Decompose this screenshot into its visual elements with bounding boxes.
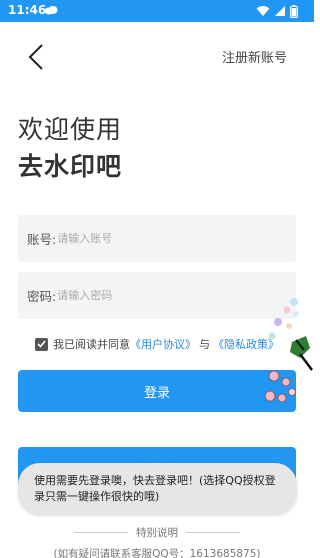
account-label: 账号: xyxy=(27,232,57,247)
login-toast: 使用需要先登录噢，快去登录吧！(选择QQ授权登录只需一键操作很快的哦) xyxy=(18,463,297,515)
password-input[interactable] xyxy=(57,289,258,302)
check-icon xyxy=(37,340,46,348)
contact-text: (如有疑问请联系客服QQ号：1613685875) xyxy=(53,548,261,558)
wifi-icon xyxy=(256,6,270,16)
status-bar: 11:46 xyxy=(0,0,314,22)
special-note-divider: 特别说明 xyxy=(74,525,240,540)
account-input[interactable] xyxy=(57,232,258,245)
system-icons xyxy=(256,4,298,18)
password-label: 密码: xyxy=(27,289,57,304)
welcome-title: 欢迎使用 xyxy=(18,115,123,144)
register-link[interactable]: 注册新账号 xyxy=(222,47,287,66)
special-note-title: 特别说明 xyxy=(136,527,178,539)
agreement-checkbox[interactable] xyxy=(35,337,48,351)
status-time: 11:46 xyxy=(8,3,47,17)
agreement-conjunction: 与 xyxy=(199,338,210,351)
signal-icon xyxy=(275,6,285,16)
battery-icon xyxy=(290,4,298,18)
divider-line xyxy=(74,532,128,533)
chevron-left-icon[interactable] xyxy=(26,42,48,72)
floating-sticker-icon[interactable] xyxy=(260,296,314,408)
divider-line xyxy=(186,532,240,533)
login-button[interactable]: 登录 xyxy=(18,370,296,412)
account-field[interactable]: 账号: xyxy=(18,215,296,262)
app-name: 去水印吧 xyxy=(18,152,123,181)
agreement-row: 我已阅读并同意 《用户协议》 与 《隐私政策》 xyxy=(35,336,279,352)
cloud-icon xyxy=(44,6,58,15)
agreement-prefix: 我已阅读并同意 xyxy=(53,338,130,351)
password-field[interactable]: 密码: xyxy=(18,272,296,319)
user-agreement-link[interactable]: 《用户协议》 xyxy=(130,336,196,352)
